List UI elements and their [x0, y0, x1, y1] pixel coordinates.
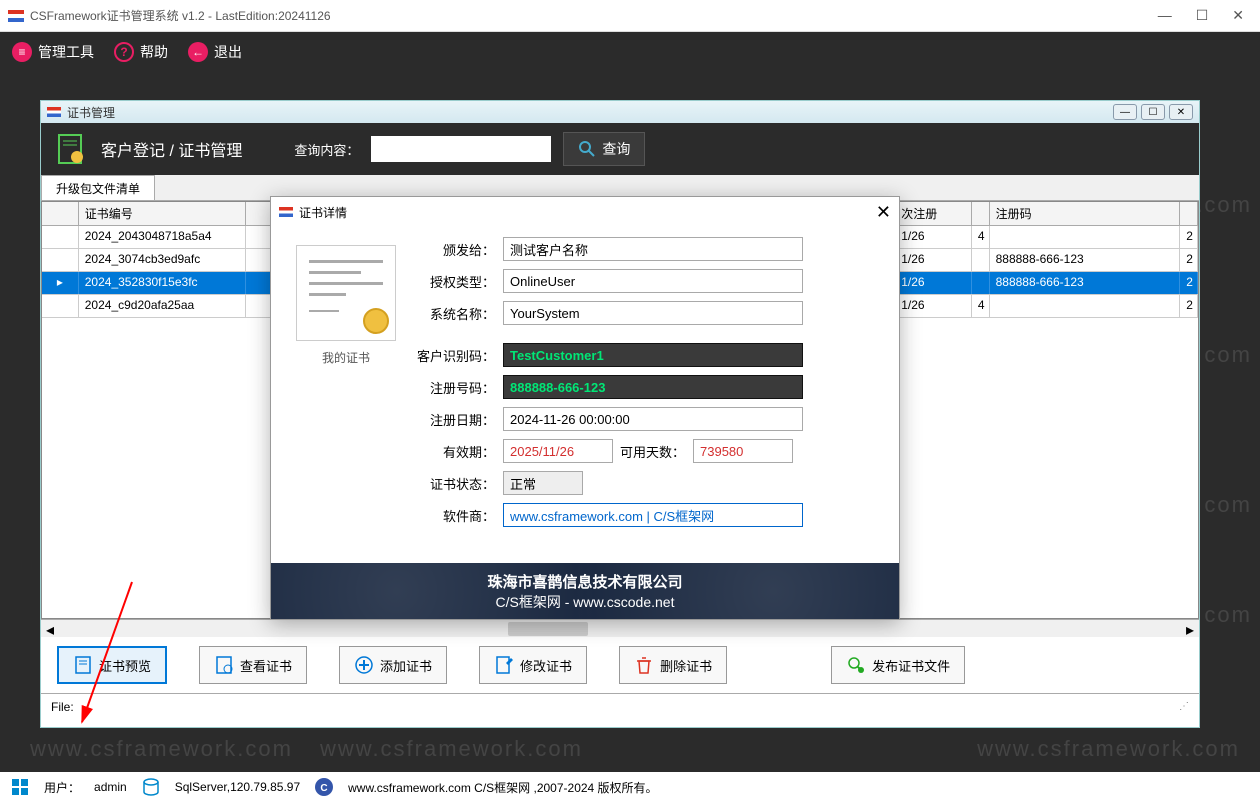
file-status-bar: File: ⋰	[41, 693, 1199, 719]
app-logo-icon	[279, 207, 293, 217]
cert-image-caption: 我的证书	[281, 349, 411, 366]
svg-text:C: C	[321, 783, 328, 794]
windows-icon	[10, 777, 30, 797]
main-menubar: ≡ 管理工具 ? 帮助 ← 退出	[0, 32, 1260, 72]
cert-detail-form: 颁发给：测试客户名称 授权类型：OnlineUser 系统名称：YourSyst…	[411, 237, 879, 535]
subwindow-titlebar[interactable]: 证书管理 — ☐ ✕	[41, 101, 1199, 123]
tab-upgrade-files[interactable]: 升级包文件清单	[41, 175, 155, 200]
publish-cert-button[interactable]: 发布证书文件	[831, 646, 965, 684]
status-user: admin	[94, 780, 127, 794]
app-logo-icon	[8, 10, 24, 22]
resize-grip[interactable]: ⋰	[1179, 701, 1189, 712]
sub-close-button[interactable]: ✕	[1169, 104, 1193, 120]
search-icon	[578, 140, 596, 158]
sub-maximize-button[interactable]: ☐	[1141, 104, 1165, 120]
add-icon	[354, 655, 374, 675]
preview-cert-button[interactable]: 证书预览	[57, 646, 167, 684]
action-button-row: 证书预览 查看证书 添加证书 修改证书 删除证书 发布证书文件	[41, 637, 1199, 693]
seal-icon	[363, 308, 389, 334]
field-status: 正常	[503, 471, 583, 495]
trash-icon	[634, 655, 654, 675]
menu-help[interactable]: ? 帮助	[114, 42, 168, 62]
delete-cert-button[interactable]: 删除证书	[619, 646, 727, 684]
help-icon: ?	[114, 42, 134, 62]
menu-exit[interactable]: ← 退出	[188, 42, 242, 62]
certificate-image	[296, 245, 396, 341]
dialog-titlebar[interactable]: 证书详情 ✕	[271, 197, 899, 227]
field-reg-date: 2024-11-26 00:00:00	[503, 407, 803, 431]
window-titlebar: CSFramework证书管理系统 v1.2 - LastEdition:202…	[0, 0, 1260, 32]
search-button[interactable]: 查询	[563, 132, 645, 166]
field-reg-no: 888888-666-123	[503, 375, 803, 399]
subwindow-toolbar: 客户登记 / 证书管理 查询内容： 查询	[41, 123, 1199, 175]
sub-minimize-button[interactable]: —	[1113, 104, 1137, 120]
status-db: SqlServer,120.79.85.97	[175, 780, 300, 794]
app-statusbar: 用户： admin SqlServer,120.79.85.97 C www.c…	[0, 772, 1260, 802]
col-next-reg[interactable]: 次注册	[895, 202, 972, 225]
certificate-icon	[53, 131, 89, 167]
preview-icon	[73, 655, 93, 675]
field-issued-to: 测试客户名称	[503, 237, 803, 261]
add-cert-button[interactable]: 添加证书	[339, 646, 447, 684]
maximize-button[interactable]: ☐	[1196, 7, 1209, 24]
edit-icon	[494, 655, 514, 675]
col-cert-no[interactable]: 证书编号	[79, 202, 246, 225]
dialog-title: 证书详情	[299, 204, 876, 221]
col-reg-code[interactable]: 注册码	[990, 202, 1181, 225]
field-sys-name: YourSystem	[503, 301, 803, 325]
publish-icon	[846, 655, 866, 675]
dialog-footer-banner: 珠海市喜鹊信息技术有限公司 C/S框架网 - www.cscode.net	[271, 563, 899, 619]
watermark: www.csframework.com	[320, 736, 583, 762]
tools-icon: ≡	[12, 42, 32, 62]
brand-icon: C	[314, 777, 334, 797]
field-auth-type: OnlineUser	[503, 269, 803, 293]
edit-cert-button[interactable]: 修改证书	[479, 646, 587, 684]
view-cert-button[interactable]: 查看证书	[199, 646, 307, 684]
menu-tools[interactable]: ≡ 管理工具	[12, 42, 94, 62]
watermark: www.csframework.com	[977, 736, 1240, 762]
field-customer-id: TestCustomer1	[503, 343, 803, 367]
search-label: 查询内容：	[294, 140, 359, 159]
watermark: www.csframework.com	[30, 736, 293, 762]
window-title: CSFramework证书管理系统 v1.2 - LastEdition:202…	[30, 7, 1158, 24]
subwindow-title: 证书管理	[67, 104, 1107, 121]
dialog-close-button[interactable]: ✕	[876, 202, 891, 223]
status-user-label: 用户：	[44, 779, 80, 796]
cert-detail-dialog: 证书详情 ✕ 我的证书 颁发给：测试客户名称 授权类型：OnlineUser 系…	[270, 196, 900, 620]
field-expiry: 2025/11/26	[503, 439, 613, 463]
database-icon	[141, 777, 161, 797]
exit-icon: ←	[188, 42, 208, 62]
close-button[interactable]: ✕	[1232, 7, 1244, 24]
view-icon	[214, 655, 234, 675]
status-copyright: www.csframework.com C/S框架网 ,2007-2024 版权…	[348, 779, 657, 796]
field-vendor[interactable]: www.csframework.com | C/S框架网	[503, 503, 803, 527]
file-label: File:	[51, 700, 74, 714]
search-input[interactable]	[371, 136, 551, 162]
horizontal-scrollbar[interactable]: ◂ ▸	[41, 619, 1199, 637]
toolbar-title: 客户登记 / 证书管理	[101, 137, 242, 161]
app-logo-icon	[47, 107, 61, 117]
field-days-left: 739580	[693, 439, 793, 463]
minimize-button[interactable]: —	[1158, 7, 1172, 24]
